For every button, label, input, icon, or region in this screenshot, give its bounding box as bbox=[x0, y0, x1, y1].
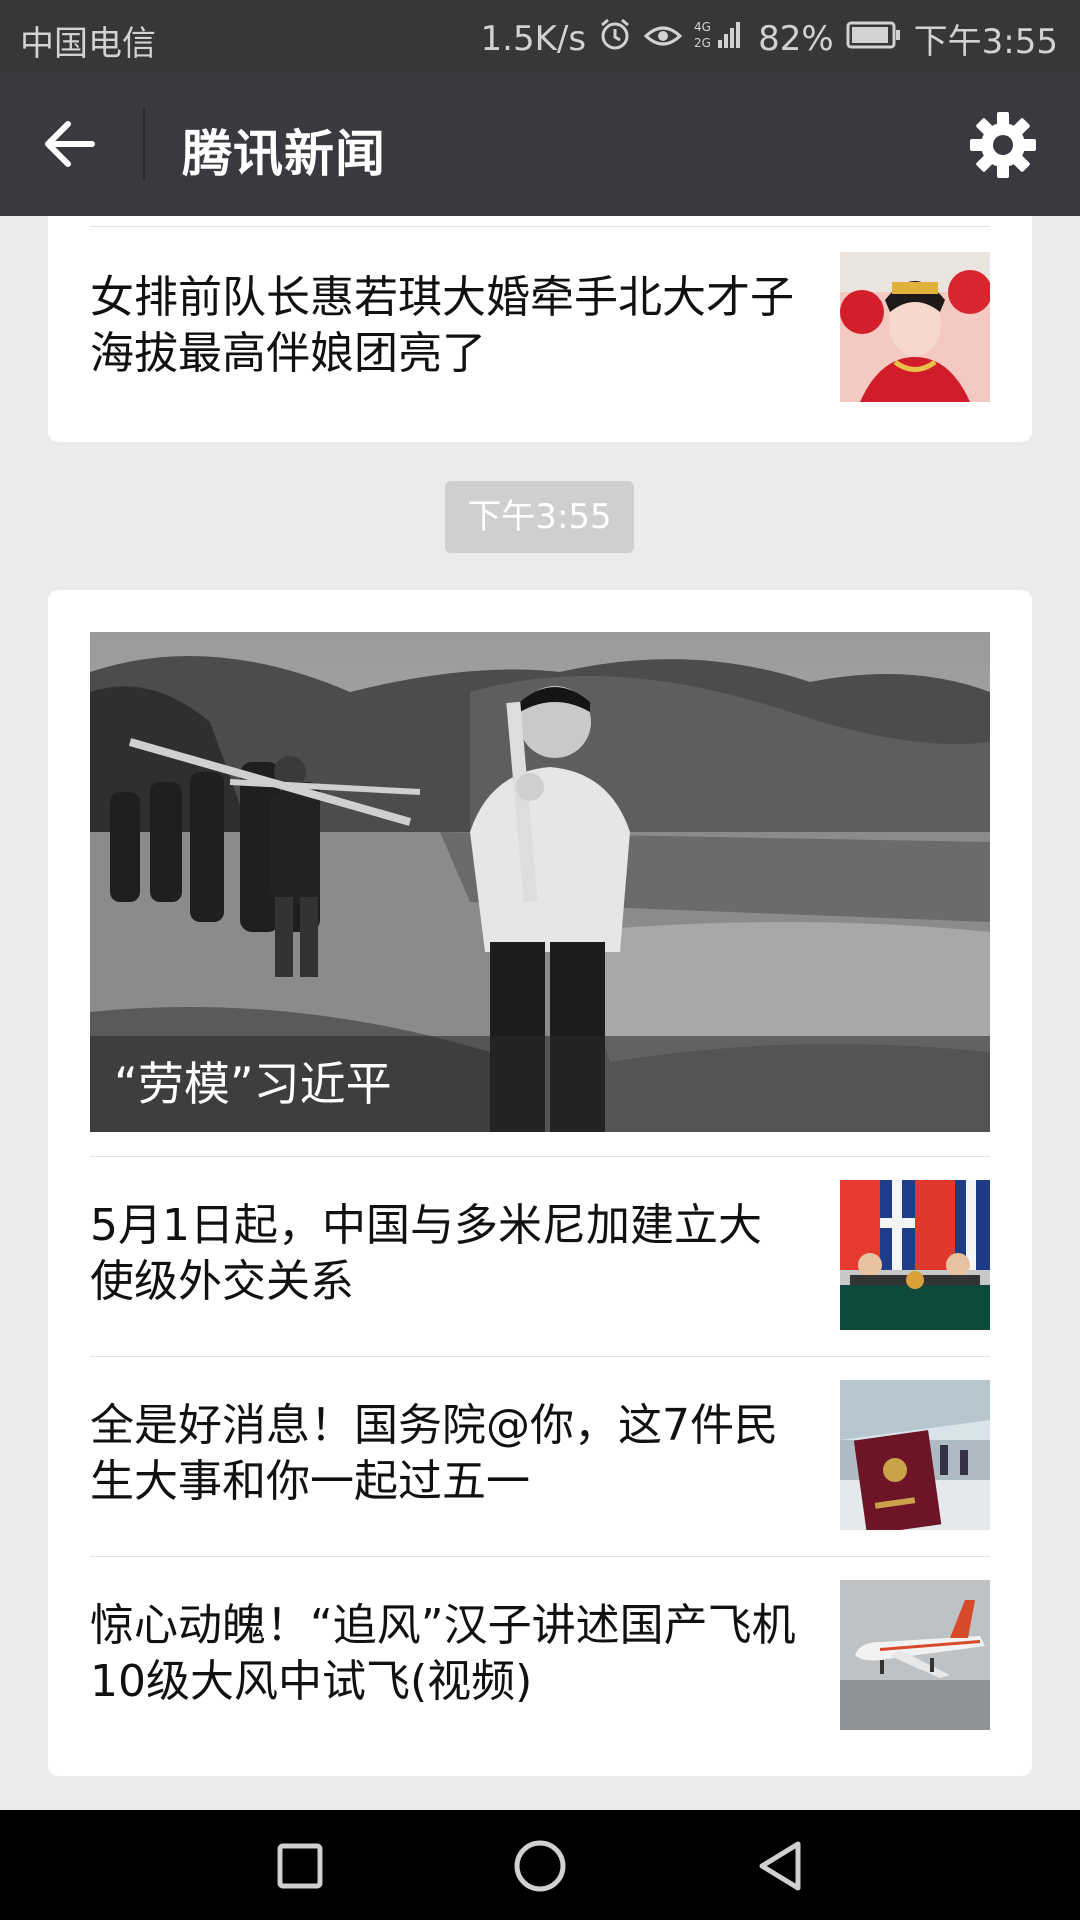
news-card-main: “劳模”习近平 5月1日起，中国与多米尼加建立大使级外交关系 全是好消息！国务院… bbox=[48, 590, 1032, 1776]
divider bbox=[90, 1556, 990, 1557]
news-item[interactable]: 女排前队长惠若琪大婚牵手北大才子 海拔最高伴娘团亮了 bbox=[90, 252, 990, 402]
time-separator-badge: 下午3:55 bbox=[445, 481, 634, 553]
network-speed: 1.5K/s bbox=[480, 18, 587, 59]
news-title: 女排前队长惠若琪大婚牵手北大才子 海拔最高伴娘团亮了 bbox=[90, 272, 794, 379]
news-card-top: 女排前队长惠若琪大婚牵手北大才子 海拔最高伴娘团亮了 bbox=[48, 216, 1032, 442]
title-bar: 腾讯新闻 bbox=[0, 72, 1080, 216]
eye-icon bbox=[643, 19, 683, 59]
home-button[interactable] bbox=[512, 1838, 568, 1894]
divider bbox=[90, 226, 990, 227]
back-arrow-icon bbox=[45, 121, 95, 167]
airplane-photo bbox=[840, 1580, 990, 1730]
signal-icon: 4G 2G bbox=[694, 18, 746, 59]
flags-signing-photo bbox=[840, 1180, 990, 1330]
circle-icon bbox=[514, 1840, 566, 1892]
hero-article[interactable]: “劳模”习近平 bbox=[90, 632, 990, 1132]
divider bbox=[90, 1356, 990, 1357]
carrier-label: 中国电信 bbox=[20, 24, 156, 64]
status-bar: 中国电信 1.5K/s 4G 2G 82% 下午3:55 bbox=[0, 0, 1080, 72]
gear-icon bbox=[970, 112, 1036, 178]
bride-photo bbox=[840, 252, 990, 402]
divider bbox=[90, 1156, 990, 1157]
battery-percent: 82% bbox=[758, 18, 834, 59]
news-title: 5月1日起，中国与多米尼加建立大使级外交关系 bbox=[90, 1200, 762, 1307]
news-title: 惊心动魄！“追风”汉子讲述国产飞机10级大风中试飞(视频) bbox=[90, 1600, 796, 1707]
passport-airport-photo bbox=[840, 1380, 990, 1530]
back-button[interactable] bbox=[40, 114, 104, 174]
news-item[interactable]: 5月1日起，中国与多米尼加建立大使级外交关系 bbox=[90, 1180, 990, 1330]
hero-caption: “劳模”习近平 bbox=[114, 1057, 392, 1111]
news-item[interactable]: 全是好消息！国务院@你，这7件民生大事和你一起过五一 bbox=[90, 1380, 990, 1530]
news-title: 全是好消息！国务院@你，这7件民生大事和你一起过五一 bbox=[90, 1400, 778, 1507]
news-item[interactable]: 惊心动魄！“追风”汉子讲述国产飞机10级大风中试飞(视频) bbox=[90, 1580, 990, 1730]
svg-text:2G: 2G bbox=[694, 36, 711, 50]
square-icon bbox=[277, 1843, 323, 1889]
recent-apps-button[interactable] bbox=[272, 1838, 328, 1894]
svg-text:4G: 4G bbox=[694, 20, 711, 34]
status-time: 下午3:55 bbox=[913, 22, 1058, 62]
settings-button[interactable] bbox=[968, 110, 1038, 180]
page-title: 腾讯新闻 bbox=[182, 125, 386, 183]
system-nav-bar bbox=[0, 1810, 1080, 1920]
title-divider bbox=[143, 108, 145, 180]
battery-icon bbox=[846, 19, 902, 59]
system-back-button[interactable] bbox=[752, 1838, 808, 1894]
status-right: 1.5K/s 4G 2G 82% 下午3:55 bbox=[481, 14, 1058, 63]
alarm-icon bbox=[598, 17, 632, 60]
triangle-back-icon bbox=[759, 1841, 801, 1891]
